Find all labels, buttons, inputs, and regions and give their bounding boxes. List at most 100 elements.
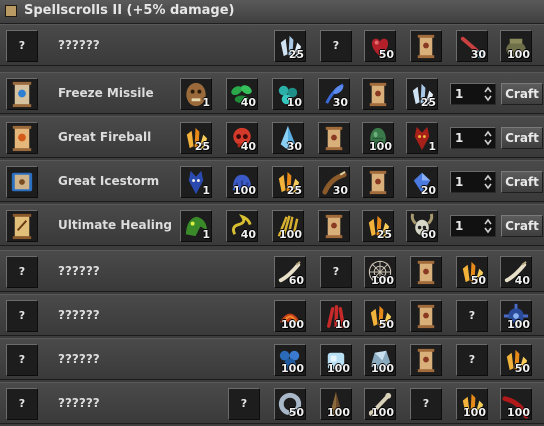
unknown-ingredient-slot[interactable]: ? xyxy=(320,30,352,62)
unknown-ingredient-slot[interactable]: ? xyxy=(456,300,488,332)
scroll-icon[interactable] xyxy=(410,344,442,376)
yellow-rope-icon[interactable]: 40 xyxy=(226,210,258,242)
heart-icon[interactable]: 50 xyxy=(364,30,396,62)
ingredient-count: 100 xyxy=(507,406,530,419)
ice-ore-icon[interactable]: 100 xyxy=(364,344,396,376)
ingredient-count: 100 xyxy=(233,184,256,197)
product-scroll-orange-icon[interactable] xyxy=(6,122,38,154)
green-leaves-icon[interactable]: 40 xyxy=(226,78,258,110)
ingredient-count: 10 xyxy=(286,96,302,109)
brown-claw-icon[interactable]: 30 xyxy=(318,166,350,198)
stepper-arrows-icon[interactable] xyxy=(483,85,493,103)
quantity-stepper[interactable]: 1 xyxy=(450,215,496,237)
window-menu-icon[interactable] xyxy=(5,5,17,17)
crystal-cluster-icon[interactable]: 25 xyxy=(406,78,438,110)
stepper-arrows-icon[interactable] xyxy=(483,129,493,147)
unknown-ingredient-slot[interactable]: ? xyxy=(410,388,442,420)
scroll-icon[interactable] xyxy=(410,256,442,288)
unknown-ingredient-slot[interactable]: ? xyxy=(320,256,352,288)
stepper-arrows-icon[interactable] xyxy=(483,217,493,235)
red-claws-icon[interactable]: 10 xyxy=(320,300,352,332)
unknown-ingredient-slot[interactable]: ? xyxy=(228,388,260,420)
unknown-ingredient-slot[interactable]: ? xyxy=(456,344,488,376)
red-skull-icon[interactable]: 40 xyxy=(226,122,258,154)
product-scroll-ice-icon[interactable] xyxy=(6,166,38,198)
crystal-cluster-icon[interactable]: 25 xyxy=(274,30,306,62)
craft-button[interactable]: Craft xyxy=(501,215,543,237)
bone-claw-icon[interactable]: 60 xyxy=(274,256,306,288)
horned-skull-icon[interactable]: 60 xyxy=(406,210,438,242)
unknown-mark: ? xyxy=(18,39,26,52)
green-egg-icon[interactable]: 100 xyxy=(362,122,394,154)
ingredient-count: 30 xyxy=(332,96,348,109)
recipe-name: Freeze Missile xyxy=(58,86,154,100)
blue-gem-icon[interactable]: 20 xyxy=(406,166,438,198)
ingredient-count: 1 xyxy=(202,184,210,197)
gold-crystal-icon[interactable]: 25 xyxy=(180,122,212,154)
scroll-icon[interactable] xyxy=(410,30,442,62)
unknown-product-slot[interactable]: ? xyxy=(6,30,38,62)
scroll-icon[interactable] xyxy=(318,210,350,242)
ingredient-count: 100 xyxy=(369,140,392,153)
ice-shard-icon[interactable]: 30 xyxy=(272,122,304,154)
stepper-arrows-icon[interactable] xyxy=(483,173,493,191)
steel-ring-icon[interactable]: 50 xyxy=(274,388,306,420)
red-fang-icon[interactable]: 100 xyxy=(500,388,532,420)
ingredient-count: 40 xyxy=(240,228,256,241)
cobweb-icon[interactable]: 100 xyxy=(364,256,396,288)
blue-demon-icon[interactable]: 1 xyxy=(180,166,212,198)
craft-button[interactable]: Craft xyxy=(501,83,543,105)
recipe-name: Ultimate Healing xyxy=(58,218,172,232)
quantity-stepper[interactable]: 1 xyxy=(450,83,496,105)
ice-cube-icon[interactable]: 100 xyxy=(320,344,352,376)
unknown-mark: ? xyxy=(240,397,248,410)
unknown-product-slot[interactable]: ? xyxy=(6,300,38,332)
yellow-straw-icon[interactable]: 100 xyxy=(272,210,304,242)
ingredient-count: 100 xyxy=(327,406,350,419)
green-beast-icon[interactable]: 1 xyxy=(180,210,212,242)
scroll-icon[interactable] xyxy=(410,300,442,332)
blue-feather-icon[interactable]: 30 xyxy=(318,78,350,110)
gold-crystal-icon[interactable]: 25 xyxy=(272,166,304,198)
blue-pelt-icon[interactable]: 100 xyxy=(226,166,258,198)
quantity-stepper[interactable]: 1 xyxy=(450,127,496,149)
quantity-value: 1 xyxy=(455,87,464,101)
product-scroll-gold-icon[interactable] xyxy=(6,210,38,242)
unknown-product-slot[interactable]: ? xyxy=(6,256,38,288)
craft-button[interactable]: Craft xyxy=(501,127,543,149)
gold-crystal-icon[interactable]: 50 xyxy=(500,344,532,376)
ingredient-count: 10 xyxy=(334,318,350,331)
unknown-product-slot[interactable]: ? xyxy=(6,344,38,376)
orc-head-icon[interactable]: 1 xyxy=(180,78,212,110)
gold-crystal-icon[interactable]: 50 xyxy=(364,300,396,332)
blue-gear-icon[interactable]: 100 xyxy=(500,300,532,332)
ingredient-count: 1 xyxy=(202,96,210,109)
bone-icon[interactable]: 100 xyxy=(364,388,396,420)
pot-icon[interactable]: 100 xyxy=(500,30,532,62)
scroll-icon[interactable] xyxy=(318,122,350,154)
ingredient-count: 40 xyxy=(240,140,256,153)
gold-crystal-icon[interactable]: 100 xyxy=(456,388,488,420)
unknown-mark: ? xyxy=(18,353,26,366)
brown-spike-icon[interactable]: 100 xyxy=(320,388,352,420)
ingredient-count: 40 xyxy=(240,96,256,109)
ingredient-count: 100 xyxy=(371,362,394,375)
bone-claw-icon[interactable]: 40 xyxy=(500,256,532,288)
quantity-value: 1 xyxy=(455,219,464,233)
red-demon-icon[interactable]: 1 xyxy=(406,122,438,154)
unknown-mark: ? xyxy=(18,265,26,278)
product-scroll-blue-icon[interactable] xyxy=(6,78,38,110)
unknown-product-slot[interactable]: ? xyxy=(6,388,38,420)
ingredient-count: 100 xyxy=(507,318,530,331)
fire-shell-icon[interactable]: 100 xyxy=(274,300,306,332)
gold-crystal-icon[interactable]: 50 xyxy=(456,256,488,288)
teal-orbs-icon[interactable]: 10 xyxy=(272,78,304,110)
gold-crystal-icon[interactable]: 25 xyxy=(362,210,394,242)
scroll-icon[interactable] xyxy=(362,166,394,198)
recipe-row: ??????? 100 10 50? 100 xyxy=(0,294,544,336)
scroll-icon[interactable] xyxy=(362,78,394,110)
blue-scales-icon[interactable]: 100 xyxy=(274,344,306,376)
craft-button[interactable]: Craft xyxy=(501,171,543,193)
feather-potion-icon[interactable]: 30 xyxy=(456,30,488,62)
quantity-stepper[interactable]: 1 xyxy=(450,171,496,193)
